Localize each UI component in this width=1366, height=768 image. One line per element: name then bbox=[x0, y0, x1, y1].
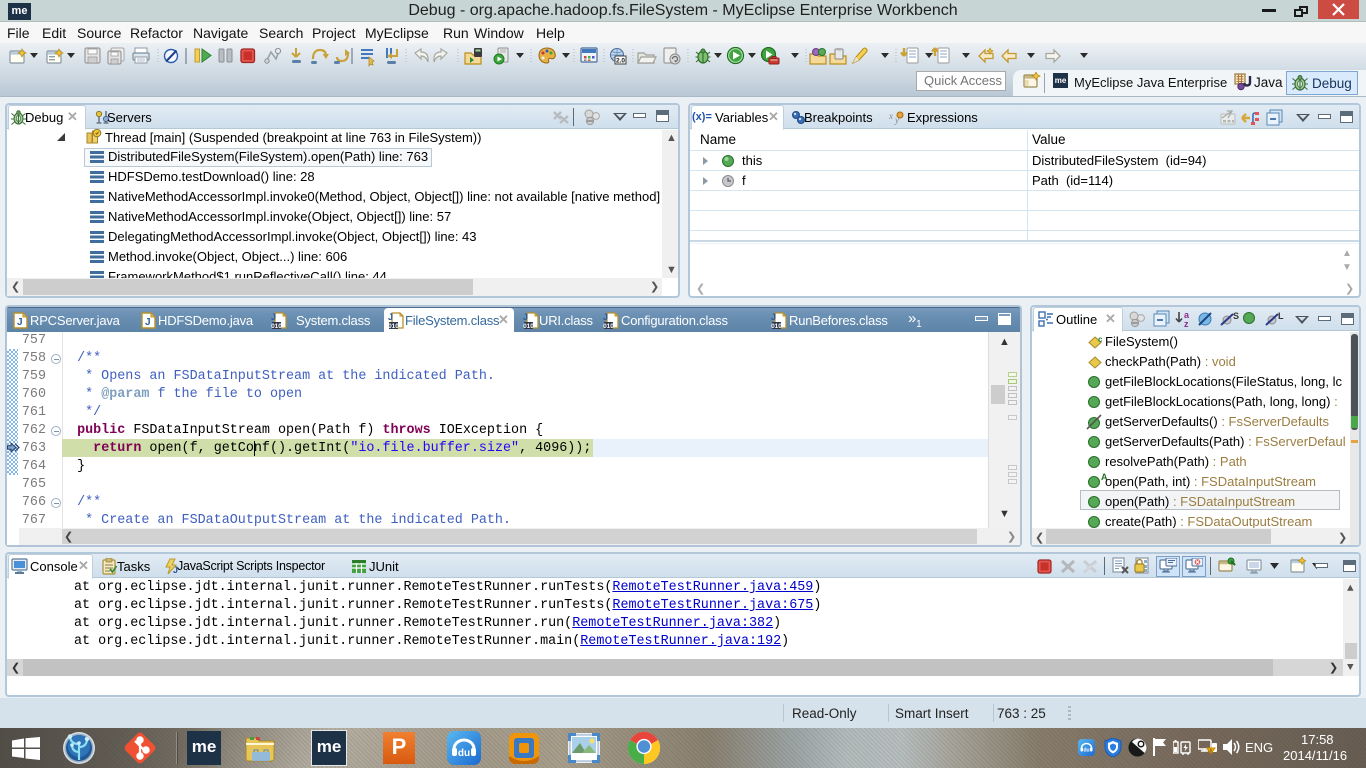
svg-text:z: z bbox=[1184, 319, 1189, 328]
svg-text:J: J bbox=[603, 312, 608, 322]
svg-text:010: 010 bbox=[603, 323, 614, 330]
svg-text:du: du bbox=[458, 748, 470, 759]
svg-text:010: 010 bbox=[523, 323, 534, 330]
svg-text:J: J bbox=[523, 312, 528, 322]
svg-text:x: x bbox=[889, 111, 893, 121]
svg-text:L: L bbox=[1278, 311, 1284, 321]
svg-text:!: ! bbox=[1210, 750, 1212, 756]
svg-text:c: c bbox=[1098, 336, 1103, 344]
svg-text:du: du bbox=[1083, 748, 1089, 754]
svg-text:010: 010 bbox=[271, 323, 282, 330]
svg-text:J: J bbox=[145, 317, 151, 328]
svg-text:010: 010 bbox=[388, 323, 399, 330]
svg-text:J: J bbox=[271, 312, 276, 322]
svg-text:010: 010 bbox=[771, 323, 782, 330]
svg-text:J: J bbox=[17, 317, 23, 328]
svg-text:S: S bbox=[1233, 311, 1239, 321]
svg-text:J: J bbox=[388, 312, 393, 322]
svg-text:J: J bbox=[771, 312, 776, 322]
svg-text:2.0: 2.0 bbox=[616, 58, 625, 65]
